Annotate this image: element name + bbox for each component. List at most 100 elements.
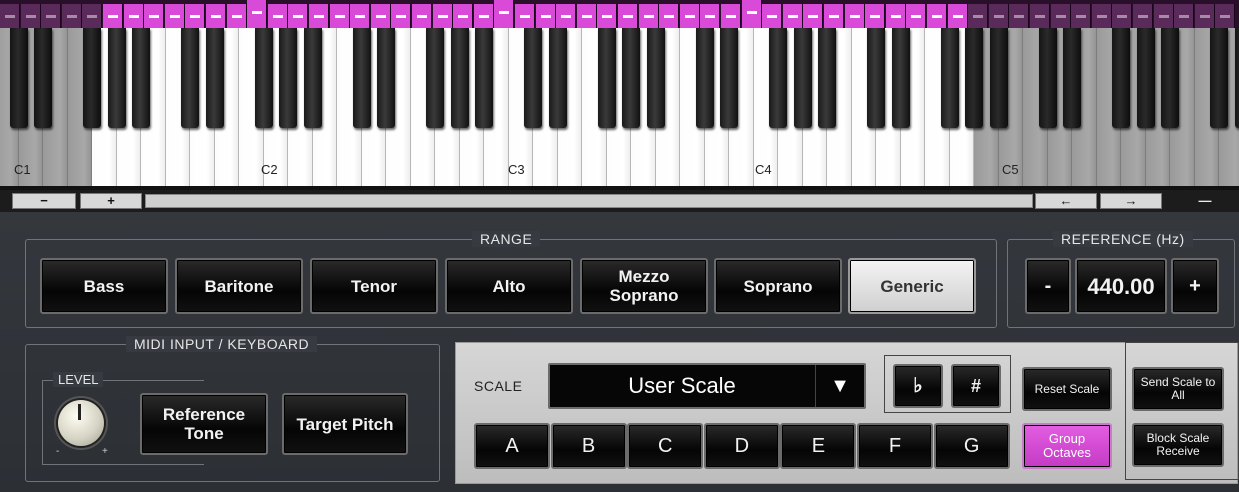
scale-note-cell[interactable] xyxy=(391,4,412,28)
scale-note-cell[interactable] xyxy=(576,4,597,28)
black-key[interactable] xyxy=(1136,28,1155,128)
black-key[interactable] xyxy=(524,28,542,128)
note-button-g[interactable]: G xyxy=(933,423,1010,469)
black-key[interactable] xyxy=(107,28,126,128)
scale-note-cell[interactable] xyxy=(267,4,288,28)
scroll-right-button[interactable]: → xyxy=(1100,193,1162,209)
block-scale-receive-button[interactable]: Block Scale Receive xyxy=(1132,423,1224,467)
scale-note-cell[interactable] xyxy=(1071,4,1092,28)
black-key[interactable] xyxy=(597,28,616,128)
black-key[interactable] xyxy=(9,28,28,128)
scale-note-cell[interactable] xyxy=(329,4,350,28)
note-button-d[interactable]: D xyxy=(703,423,780,469)
scale-note-cell[interactable] xyxy=(41,4,62,28)
reference-decrease-button[interactable]: - xyxy=(1025,258,1071,314)
scale-note-cell[interactable] xyxy=(947,4,968,28)
black-key[interactable] xyxy=(1161,28,1179,128)
scale-dropdown[interactable]: User Scale ▼ xyxy=(548,363,866,409)
black-key[interactable] xyxy=(1038,28,1057,128)
black-key[interactable] xyxy=(303,28,322,128)
black-key[interactable] xyxy=(1063,28,1081,128)
note-button-b[interactable]: B xyxy=(550,423,627,469)
scale-note-cell[interactable] xyxy=(432,4,453,28)
note-button-e[interactable]: E xyxy=(780,423,857,469)
black-key[interactable] xyxy=(254,28,273,128)
black-key[interactable] xyxy=(377,28,395,128)
scale-note-cell[interactable] xyxy=(659,4,680,28)
range-button-mezzo-soprano[interactable]: Mezzo Soprano xyxy=(580,258,708,314)
zoom-in-button[interactable]: + xyxy=(80,193,142,209)
scale-note-cell[interactable] xyxy=(885,4,906,28)
black-key[interactable] xyxy=(622,28,640,128)
black-key[interactable] xyxy=(548,28,567,128)
scale-note-cell[interactable] xyxy=(1174,4,1195,28)
scale-note-cell[interactable] xyxy=(164,4,185,28)
scale-note-cell[interactable] xyxy=(782,4,803,28)
scale-note-cell[interactable] xyxy=(927,4,947,28)
range-button-bass[interactable]: Bass xyxy=(40,258,168,314)
scale-note-cell[interactable] xyxy=(1009,4,1030,28)
scale-note-cell[interactable] xyxy=(1112,4,1133,28)
scale-note-cell[interactable] xyxy=(618,4,638,28)
target-pitch-button[interactable]: Target Pitch xyxy=(282,393,408,455)
send-scale-to-all-button[interactable]: Send Scale to All xyxy=(1132,367,1224,411)
group-octaves-button[interactable]: Group Octaves xyxy=(1022,423,1112,469)
flat-button[interactable]: ♭ xyxy=(893,364,943,408)
black-key[interactable] xyxy=(695,28,714,128)
black-key[interactable] xyxy=(83,28,101,128)
scale-note-cell[interactable] xyxy=(968,4,989,28)
scale-note-cell[interactable] xyxy=(556,4,577,28)
scale-note-cell[interactable] xyxy=(206,4,226,28)
scale-note-cell[interactable] xyxy=(370,4,391,28)
scale-note-cell[interactable] xyxy=(288,4,309,28)
note-button-c[interactable]: C xyxy=(627,423,704,469)
scale-note-cell[interactable] xyxy=(350,4,371,28)
scale-note-cell[interactable] xyxy=(1215,4,1236,28)
range-button-tenor[interactable]: Tenor xyxy=(310,258,438,314)
scale-note-cell[interactable] xyxy=(638,4,659,28)
black-key[interactable] xyxy=(475,28,493,128)
black-key[interactable] xyxy=(352,28,371,128)
scale-note-cell[interactable] xyxy=(103,4,123,28)
black-key[interactable] xyxy=(1112,28,1130,128)
black-key[interactable] xyxy=(720,28,738,128)
scale-note-cell[interactable] xyxy=(1133,4,1153,28)
black-key[interactable] xyxy=(34,28,52,128)
scale-note-cell[interactable] xyxy=(123,4,144,28)
note-button-f[interactable]: F xyxy=(857,423,933,469)
scale-note-cell[interactable] xyxy=(185,4,206,28)
range-button-alto[interactable]: Alto xyxy=(445,258,573,314)
keyboard-menu-button[interactable]: — xyxy=(1180,193,1230,209)
black-key[interactable] xyxy=(1210,28,1228,128)
scale-note-cell[interactable] xyxy=(865,4,886,28)
scale-note-cell[interactable] xyxy=(515,4,535,28)
black-key[interactable] xyxy=(891,28,910,128)
reference-increase-button[interactable]: + xyxy=(1171,258,1219,314)
black-key[interactable] xyxy=(426,28,444,128)
scale-note-cell[interactable] xyxy=(1153,4,1174,28)
reference-frequency-field[interactable]: 440.00 xyxy=(1075,258,1167,314)
scale-note-cell[interactable] xyxy=(1050,4,1071,28)
scroll-left-button[interactable]: ← xyxy=(1035,193,1097,209)
scale-note-cell[interactable] xyxy=(535,4,556,28)
scale-note-cell[interactable] xyxy=(721,4,741,28)
black-key[interactable] xyxy=(793,28,812,128)
reference-tone-button[interactable]: Reference Tone xyxy=(140,393,268,455)
black-key[interactable] xyxy=(965,28,983,128)
scale-note-cell[interactable] xyxy=(82,4,103,28)
scale-note-cell[interactable] xyxy=(20,4,41,28)
black-key[interactable] xyxy=(279,28,297,128)
black-key[interactable] xyxy=(940,28,959,128)
range-button-soprano[interactable]: Soprano xyxy=(714,258,842,314)
scale-note-cell[interactable] xyxy=(1194,4,1215,28)
dropdown-arrow-icon[interactable]: ▼ xyxy=(815,365,864,407)
zoom-out-button[interactable]: − xyxy=(12,193,76,209)
black-key[interactable] xyxy=(989,28,1008,128)
range-button-generic[interactable]: Generic xyxy=(848,258,976,314)
reset-scale-button[interactable]: Reset Scale xyxy=(1022,367,1112,411)
black-key[interactable] xyxy=(818,28,836,128)
scale-note-cell[interactable] xyxy=(61,4,82,28)
keyboard-scroll-track[interactable] xyxy=(145,194,1033,208)
sharp-button[interactable]: # xyxy=(951,364,1001,408)
black-key[interactable] xyxy=(181,28,199,128)
